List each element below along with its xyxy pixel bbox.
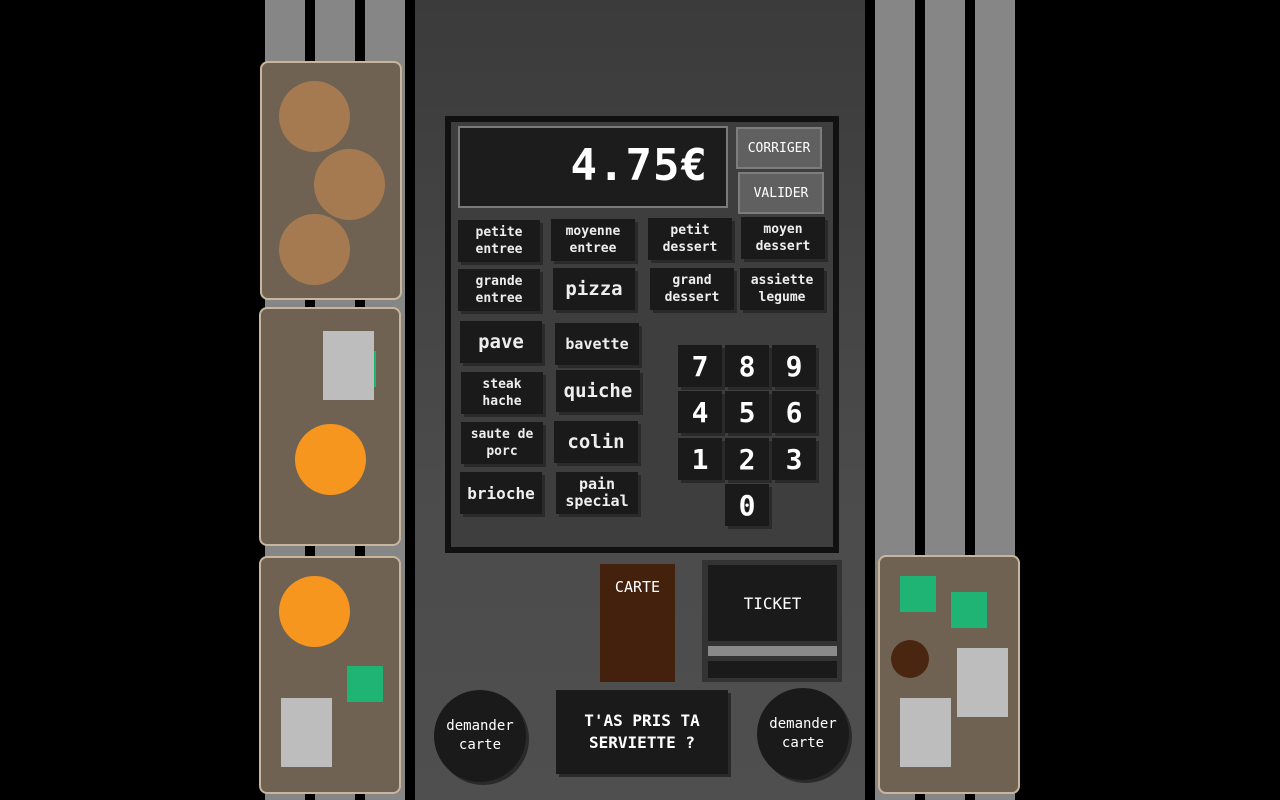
button-label: demander [446,718,514,734]
card-slot-label: CARTE [614,578,661,596]
button-label: petit [670,223,710,238]
green-item [900,576,936,612]
quiche-button[interactable]: quiche [556,370,640,412]
saute-de-porc-button[interactable]: saute de porc [461,422,543,464]
button-label: grande [475,274,523,289]
grand-dessert-button[interactable]: grand dessert [650,268,734,310]
petite-entree-button[interactable]: petite entree [458,220,540,262]
button-label: entree [475,242,523,257]
keypad-5[interactable]: 5 [725,391,769,433]
petit-dessert-button[interactable]: petit dessert [648,218,732,260]
button-label: assiette [750,273,814,288]
keypad-3[interactable]: 3 [772,438,816,480]
pave-button[interactable]: pave [460,321,542,363]
demander-carte-left-button[interactable]: demander carte [434,690,526,782]
card-slot[interactable]: CARTE [600,564,675,682]
button-label: moyen [763,222,803,237]
steak-hache-button[interactable]: steak hache [461,372,543,414]
button-label: carte [458,737,502,753]
bavette-button[interactable]: bavette [555,323,639,365]
green-item [347,666,383,702]
tray-left-2[interactable] [259,307,401,546]
keypad-0[interactable]: 0 [725,484,769,526]
serviette-reminder-button[interactable]: T'AS PRIS TA SERVIETTE ? [556,690,728,774]
button-label: special [565,492,629,510]
moyen-dessert-button[interactable]: moyen dessert [741,217,825,259]
button-label: entree [569,241,617,256]
colin-button[interactable]: colin [554,421,638,463]
plate-item [281,698,332,767]
valider-button[interactable]: VALIDER [738,172,824,214]
pizza-button[interactable]: pizza [553,268,635,310]
demander-carte-right-button[interactable]: demander carte [757,688,849,780]
button-label: dessert [664,290,720,305]
plate-item [900,698,951,767]
button-label: porc [486,444,518,459]
button-label: steak [482,377,522,392]
grande-entree-button[interactable]: grande entree [458,269,540,311]
keypad-7[interactable]: 7 [678,345,722,387]
chocolate-item [891,640,929,678]
button-label: dessert [755,239,811,254]
keypad-8[interactable]: 8 [725,345,769,387]
serviette-line-2: SERVIETTE ? [589,733,695,752]
tray-left-3[interactable] [259,556,401,794]
button-label: carte [781,735,825,751]
button-label: pain [578,475,616,493]
button-label: petite [475,225,523,240]
keypad-9[interactable]: 9 [772,345,816,387]
tray-right-1[interactable] [878,555,1020,794]
price-display-value: 4.75€ [570,140,708,191]
orange-item [295,424,366,495]
bread-roll-1 [279,81,350,152]
keypad-2[interactable]: 2 [725,438,769,480]
button-label: dessert [662,240,718,255]
tray-left-1[interactable] [260,61,402,300]
button-label: saute de [470,427,534,442]
plate-item [323,331,374,400]
button-label: legume [758,290,806,305]
plate-item [957,648,1008,717]
ticket-slot [708,646,837,656]
serviette-line-1: T'AS PRIS TA [584,711,700,730]
bread-roll-3 [279,214,350,285]
keypad-6[interactable]: 6 [772,391,816,433]
ticket-printer-base [708,661,837,678]
moyenne-entree-button[interactable]: moyenne entree [551,219,635,261]
keypad-4[interactable]: 4 [678,391,722,433]
orange-item [279,576,350,647]
button-label: moyenne [565,224,621,239]
button-label: demander [769,716,837,732]
bread-roll-2 [314,149,385,220]
button-label: hache [482,394,522,409]
price-display: 4.75€ [458,126,728,208]
ticket-button[interactable]: TICKET [708,565,837,641]
brioche-button[interactable]: brioche [460,472,542,514]
pain-special-button[interactable]: pain special [556,472,638,514]
green-item [951,592,987,628]
assiette-legume-button[interactable]: assiette legume [740,268,824,310]
corriger-button[interactable]: CORRIGER [736,127,822,169]
button-label: grand [672,273,712,288]
button-label: entree [475,291,523,306]
keypad-1[interactable]: 1 [678,438,722,480]
